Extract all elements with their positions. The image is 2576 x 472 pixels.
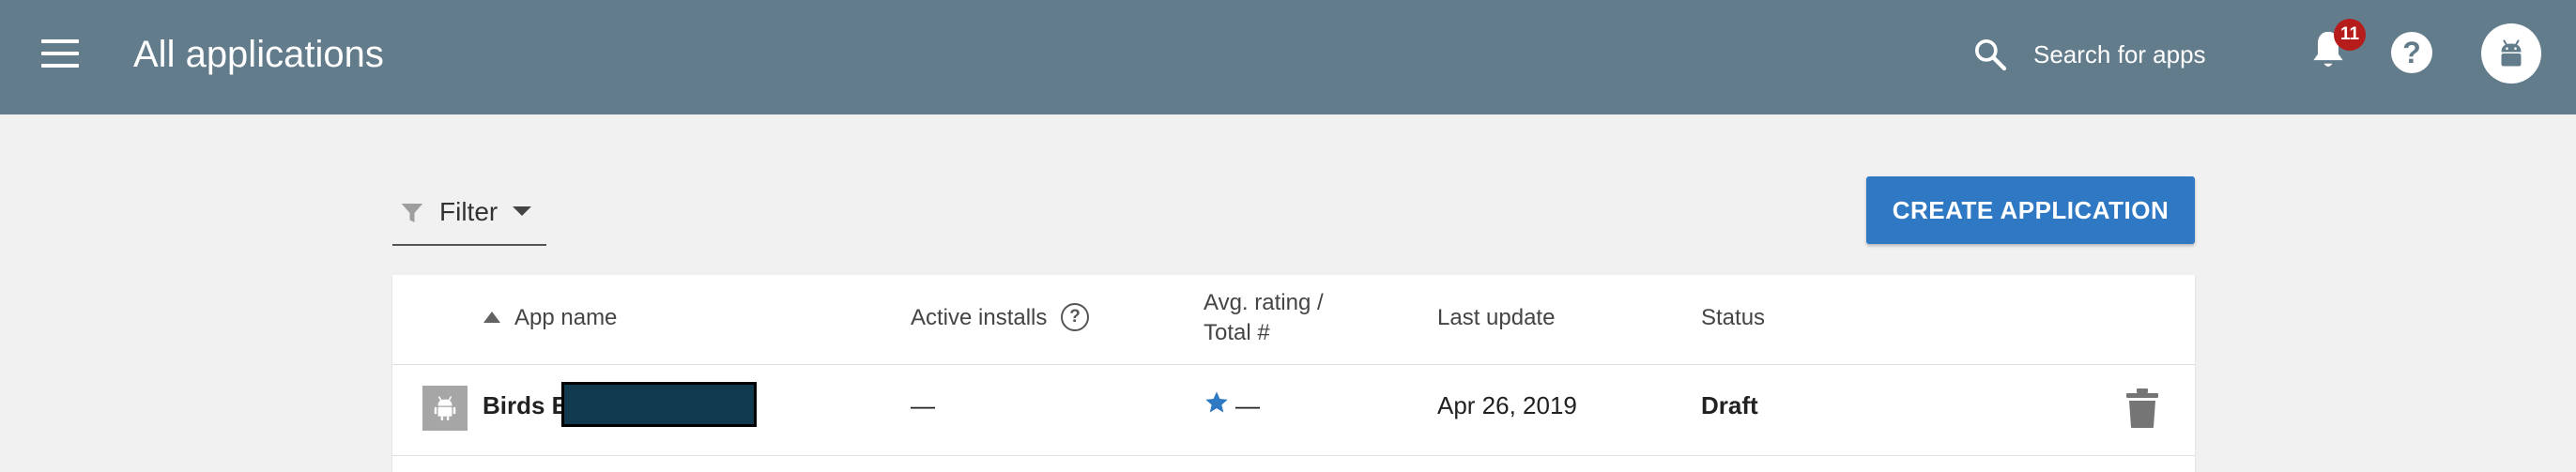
table-header: App name Active installs ? Avg. rating /… (392, 275, 2195, 365)
page-title: All applications (133, 34, 384, 75)
search-box[interactable] (1971, 28, 2221, 81)
account-avatar[interactable] (2481, 23, 2541, 84)
table-row[interactable]: Birds E — — Apr 26, 2019 Draft (392, 365, 2195, 456)
column-header-status: Status (1701, 305, 1766, 330)
search-icon (1975, 39, 2007, 71)
help-button[interactable]: ? (2391, 32, 2432, 73)
notification-count-badge: 11 (2334, 19, 2366, 51)
applications-table: App name Active installs ? Avg. rating /… (392, 275, 2195, 472)
column-header-last-update: Last update (1437, 305, 1556, 330)
search-input[interactable] (2033, 38, 2221, 71)
filter-icon (401, 204, 423, 222)
help-circle-icon[interactable]: ? (1061, 303, 1089, 331)
rating-value: — (1235, 391, 1260, 419)
star-icon (1205, 391, 1228, 413)
column-header-app-name[interactable]: App name (514, 303, 617, 333)
android-avatar-icon (2501, 39, 2522, 67)
chevron-down-icon (513, 206, 531, 216)
create-application-button[interactable]: CREATE APPLICATION (1866, 176, 2195, 244)
top-app-bar: All applications 11 ? (0, 0, 2576, 114)
app-icon (422, 386, 468, 431)
last-update-value: Apr 26, 2019 (1437, 391, 1577, 419)
trash-icon[interactable] (2125, 388, 2159, 429)
app-name[interactable]: Birds E (483, 391, 568, 420)
active-installs-value: — (911, 391, 935, 419)
menu-icon[interactable] (41, 39, 81, 69)
filter-dropdown[interactable]: Filter (392, 186, 546, 246)
column-header-rating: Avg. rating / Total # (1204, 288, 1354, 348)
rating-header-line1: Avg. rating / (1204, 290, 1324, 315)
redaction-box (561, 382, 757, 427)
android-icon (434, 396, 456, 421)
status-value: Draft (1701, 391, 1758, 419)
help-icon: ? (2402, 36, 2421, 69)
filter-label: Filter (439, 197, 498, 226)
sort-ascending-icon[interactable] (483, 311, 501, 324)
rating-header-line2: Total # (1204, 320, 1270, 345)
column-header-active-installs: Active installs (911, 305, 1048, 330)
